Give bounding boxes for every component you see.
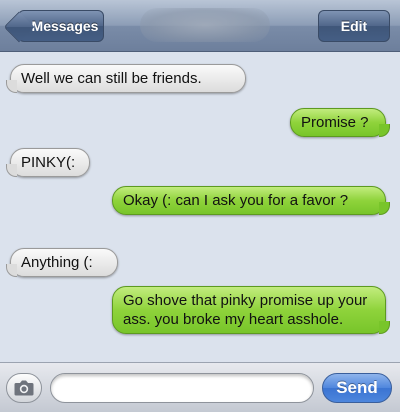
send-button[interactable]: Send	[322, 373, 392, 403]
message-input[interactable]	[50, 373, 314, 403]
camera-button[interactable]	[6, 373, 42, 403]
edit-button[interactable]: Edit	[318, 10, 390, 42]
message-bubble-incoming: Anything (:	[6, 248, 118, 277]
message-bubble-outgoing: Okay (: can I ask you for a favor ?	[112, 186, 390, 215]
messages-back-button[interactable]: Messages	[18, 10, 104, 42]
message-bubble-incoming: Well we can still be friends.	[6, 64, 246, 93]
message-bubble-outgoing: Go shove that pinky promise up your ass.…	[112, 286, 390, 334]
message-bubble-incoming: PINKY(:	[6, 148, 90, 177]
message-bubble-outgoing: Promise ?	[290, 108, 390, 137]
navigation-bar: Messages Edit	[0, 0, 400, 52]
message-composer: Send	[0, 362, 400, 412]
contact-name-redacted	[140, 8, 270, 42]
camera-icon	[14, 380, 34, 396]
